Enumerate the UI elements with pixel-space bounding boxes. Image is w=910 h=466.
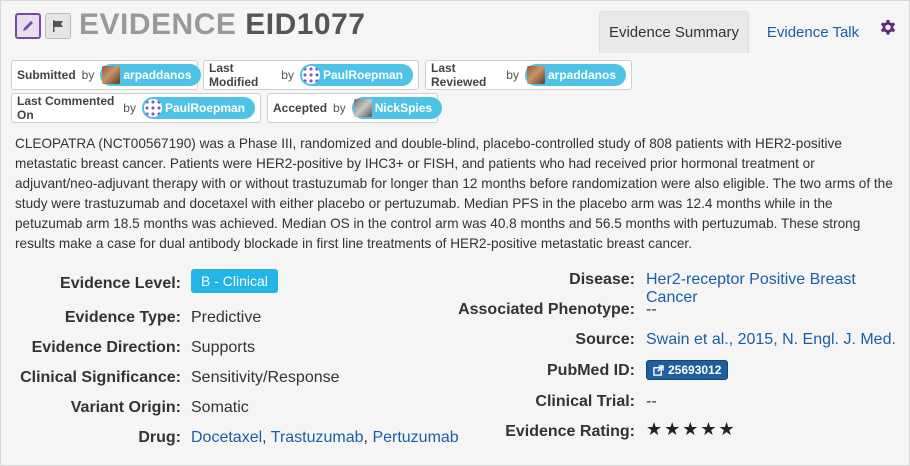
user-name: PaulRoepman (164, 101, 245, 115)
avatar (301, 66, 320, 84)
last-modified-by: by (281, 68, 294, 82)
pubmed-id: 25693012 (668, 363, 722, 377)
last-reviewed-by: by (506, 68, 519, 82)
disease-link[interactable]: Her2-receptor Positive Breast Cancer (646, 271, 909, 307)
user-name: arpaddanos (547, 68, 616, 82)
user-pill-last-commented[interactable]: PaulRoepman (141, 97, 255, 119)
header: EVIDENCE EID1077 Evidence Summary Eviden… (1, 1, 910, 53)
evidence-level-badge[interactable]: B - Clinical (191, 269, 278, 293)
variant-origin-value: Somatic (191, 399, 249, 416)
title-prefix: EVIDENCE (79, 8, 237, 41)
pubmed-link-button[interactable]: 25693012 (646, 360, 729, 380)
user-pill-last-modified[interactable]: PaulRoepman (299, 64, 413, 86)
accepted-by: by (333, 101, 346, 115)
source-label: Source: (575, 331, 635, 348)
variant-origin-label: Variant Origin: (70, 399, 181, 416)
user-pill-submitted[interactable]: arpaddanos (100, 64, 202, 86)
clinical-significance-label: Clinical Significance: (20, 369, 181, 386)
accepted-attribution: Accepted by NickSpies (267, 93, 443, 123)
user-pill-accepted[interactable]: NickSpies (351, 97, 443, 119)
submitted-label: Submitted (17, 68, 76, 82)
user-name: arpaddanos (123, 68, 192, 82)
external-link-icon (653, 364, 664, 376)
evidence-rating-stars: ★★★★★ (646, 419, 737, 439)
drug-link-trastuzumab[interactable]: Trastuzumab (271, 429, 364, 446)
accepted-label: Accepted (273, 101, 328, 115)
last-reviewed-attribution: Last Reviewed by arpaddanos (425, 60, 632, 90)
evidence-level-value: B - Clinical (191, 269, 278, 293)
avatar (143, 99, 162, 117)
last-modified-attribution: Last Modified by PaulRoepman (203, 60, 419, 90)
evidence-rating-label: Evidence Rating: (505, 423, 635, 440)
disease-label: Disease: (569, 271, 635, 288)
evidence-panel: EVIDENCE EID1077 Evidence Summary Eviden… (0, 0, 910, 466)
last-commented-label: Last Commented On (17, 94, 115, 122)
associated-phenotype-value: -- (646, 301, 657, 318)
page-title: EVIDENCE EID1077 (79, 8, 365, 42)
drug-label: Drug: (138, 429, 181, 446)
source-link[interactable]: Swain et al., 2015, N. Engl. J. Med. (646, 331, 896, 349)
avatar (353, 99, 372, 117)
last-commented-attribution: Last Commented On by PaulRoepman (11, 93, 261, 123)
evidence-type-label: Evidence Type: (64, 309, 181, 326)
clinical-significance-value: Sensitivity/Response (191, 369, 340, 386)
user-name: PaulRoepman (322, 68, 403, 82)
evidence-type-value: Predictive (191, 309, 262, 326)
drug-link-docetaxel[interactable]: Docetaxel (191, 429, 262, 446)
user-pill-last-reviewed[interactable]: arpaddanos (524, 64, 626, 86)
last-modified-label: Last Modified (209, 61, 259, 89)
clinical-trial-label: Clinical Trial: (535, 393, 635, 410)
edit-icon[interactable] (15, 13, 41, 39)
avatar (102, 66, 121, 84)
last-reviewed-label: Last Reviewed (431, 61, 487, 89)
title-id: EID1077 (245, 8, 366, 41)
evidence-level-label: Evidence Level: (60, 275, 181, 292)
tab-evidence-talk[interactable]: Evidence Talk (759, 11, 867, 53)
flag-icon[interactable] (45, 13, 71, 39)
user-name: NickSpies (374, 101, 433, 115)
evidence-direction-value: Supports (191, 339, 256, 356)
submitted-by: by (81, 68, 95, 82)
associated-phenotype-label: Associated Phenotype: (458, 301, 635, 318)
submitted-attribution: Submitted by arpaddanos (11, 60, 202, 90)
avatar (526, 66, 545, 84)
drug-list: Docetaxel, Trastuzumab, Pertuzumab (191, 429, 459, 447)
last-commented-by: by (123, 101, 136, 115)
gear-icon[interactable] (879, 19, 897, 37)
pubmed-label: PubMed ID: (547, 362, 635, 379)
pubmed-value: 25693012 (646, 360, 729, 381)
evidence-description: CLEOPATRA (NCT00567190) was a Phase III,… (15, 136, 893, 251)
drug-separator: , (262, 429, 271, 446)
clinical-trial-value: -- (646, 393, 657, 410)
evidence-direction-label: Evidence Direction: (31, 339, 181, 356)
tab-evidence-summary[interactable]: Evidence Summary (599, 11, 749, 53)
